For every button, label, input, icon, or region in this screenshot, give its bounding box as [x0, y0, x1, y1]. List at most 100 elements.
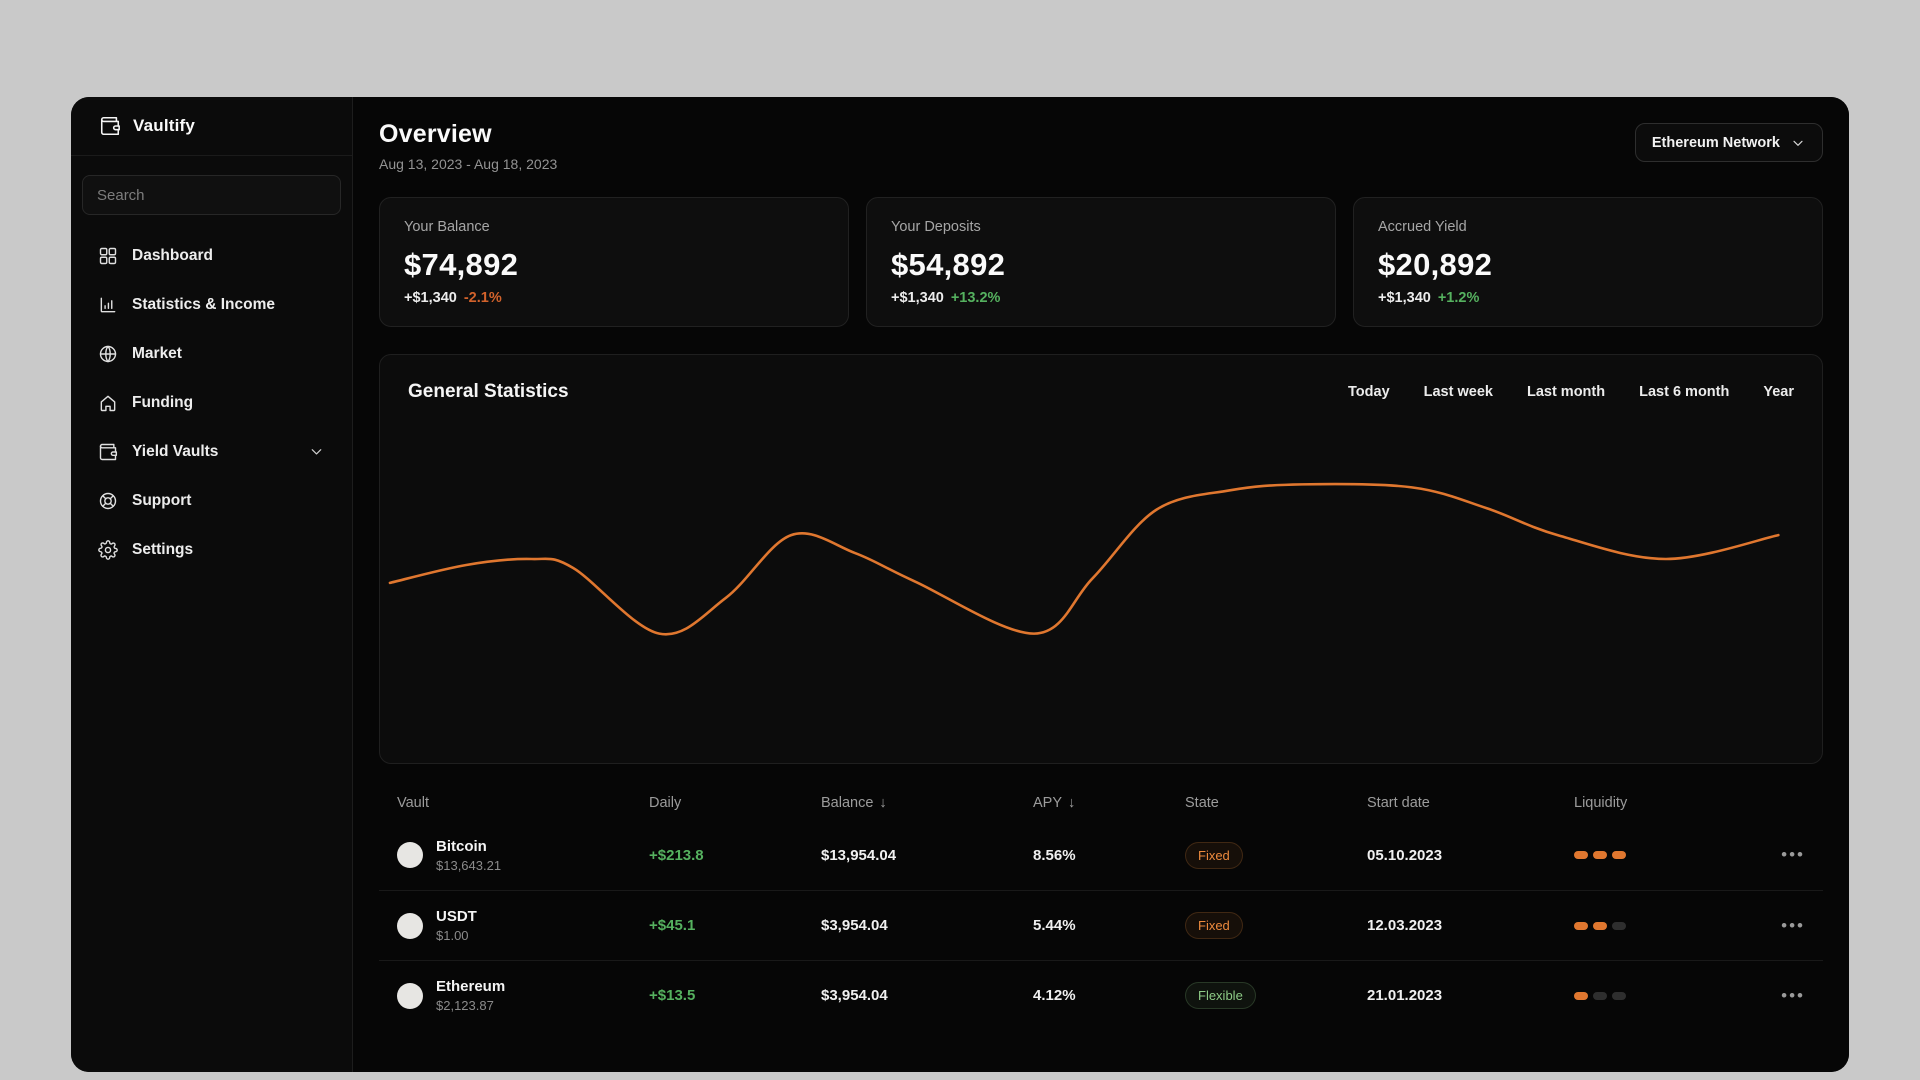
- brand-name: Vaultify: [133, 116, 196, 135]
- vault-price: $1.00: [436, 928, 469, 943]
- liquidity-pill-filled: [1574, 921, 1588, 930]
- vault-name: Ethereum: [436, 978, 506, 995]
- gear-icon: [98, 539, 118, 560]
- stat-card-delta-amount: +$1,340: [891, 290, 944, 306]
- state-badge: Fixed: [1185, 912, 1243, 939]
- general-statistics-card: General Statistics Today Last week Last mo…: [379, 354, 1823, 764]
- column-header-start-date[interactable]: Start date: [1367, 795, 1574, 811]
- table-row-ethereum[interactable]: Ethereum $2,123.87 +$13.5 $3,954.04 4.12…: [379, 960, 1823, 1030]
- table-row-usdt[interactable]: USDT $1.00 +$45.1 $3,954.04 5.44% Fixed …: [379, 890, 1823, 960]
- liquidity-pill-filled: [1574, 991, 1588, 1000]
- lifebuoy-icon: [98, 491, 118, 511]
- sidebar-item-funding[interactable]: Funding: [71, 378, 352, 427]
- wallet-icon: [99, 115, 121, 137]
- stat-card-label: Your Balance: [404, 219, 490, 235]
- chart-title: General Statistics: [408, 381, 569, 402]
- balance-value: $13,954.04: [821, 846, 897, 864]
- chart-filters: Today Last week Last month Last 6 month Year: [1348, 384, 1794, 400]
- date-range: Aug 13, 2023 - Aug 18, 2023: [379, 156, 558, 172]
- sidebar-item-market[interactable]: Market: [71, 329, 352, 378]
- sidebar-item-label: Dashboard: [132, 246, 213, 264]
- sidebar-item-label: Settings: [132, 540, 194, 558]
- coin-avatar: [397, 842, 423, 868]
- state-badge: Fixed: [1185, 841, 1243, 869]
- daily-change: +$213.8: [649, 846, 704, 864]
- grid-icon: [98, 246, 118, 266]
- stat-card-label: Accrued Yield: [1378, 219, 1467, 235]
- stat-card-your-balance: Your Balance $74,892 +$1,340 -2.1%: [379, 197, 849, 327]
- vault-price: $2,123.87: [436, 998, 494, 1013]
- sidebar-item-settings[interactable]: Settings: [71, 525, 352, 574]
- coin-avatar: [397, 912, 423, 939]
- vault-name: USDT: [436, 908, 477, 925]
- stat-card-value: $74,892: [404, 247, 519, 282]
- column-header-apy[interactable]: APY ↓: [1033, 795, 1185, 811]
- chevron-down-icon: [1790, 135, 1806, 151]
- sidebar-item-support[interactable]: Support: [71, 476, 352, 525]
- sidebar-item-yield-vaults[interactable]: Yield Vaults: [71, 427, 352, 476]
- start-date: 05.10.2023: [1367, 846, 1443, 864]
- chart-filter-year[interactable]: Year: [1763, 384, 1794, 400]
- row-menu-button[interactable]: •••: [1765, 845, 1805, 865]
- stat-cards: Your Balance $74,892 +$1,340 -2.1% Your …: [379, 197, 1823, 327]
- stat-card-delta-percent: +13.2%: [950, 290, 1001, 306]
- chart-filter-last-6-month[interactable]: Last 6 month: [1639, 384, 1729, 400]
- network-selector[interactable]: Ethereum Network: [1634, 123, 1823, 162]
- sidebar-item-dashboard[interactable]: Dashboard: [71, 231, 352, 280]
- sidebar-item-label: Statistics & Income: [132, 295, 275, 313]
- column-header-daily[interactable]: Daily: [649, 795, 821, 811]
- vaults-table: Vault Daily Balance ↓ APY ↓ State Start …: [379, 786, 1823, 1030]
- stat-card-delta-percent: +1.2%: [1437, 290, 1480, 306]
- vault-name: Bitcoin: [436, 837, 487, 855]
- main-content: Overview Aug 13, 2023 - Aug 18, 2023 Eth…: [353, 97, 1849, 1072]
- liquidity-indicator: [1574, 851, 1765, 859]
- row-menu-button[interactable]: •••: [1765, 916, 1805, 936]
- liquidity-pill-empty: [1612, 921, 1626, 930]
- liquidity-pill-filled: [1593, 921, 1607, 930]
- app-window: Vaultify Dashboard Statistics & Income M…: [71, 97, 1849, 1072]
- liquidity-indicator: [1574, 991, 1765, 1000]
- apy-value: 4.12%: [1033, 987, 1076, 1004]
- sidebar-item-label: Market: [132, 344, 182, 362]
- chart-filter-today[interactable]: Today: [1348, 384, 1390, 400]
- column-header-balance[interactable]: Balance ↓: [821, 795, 1033, 811]
- stat-card-accrued-yield: Accrued Yield $20,892 +$1,340 +1.2%: [1353, 197, 1823, 327]
- bar-chart-icon: [98, 295, 118, 315]
- coin-avatar: [397, 982, 423, 1009]
- start-date: 21.01.2023: [1367, 987, 1443, 1004]
- stat-card-delta-amount: +$1,340: [1378, 290, 1431, 306]
- balance-value: $3,954.04: [821, 917, 888, 934]
- table-body: Bitcoin $13,643.21 +$213.8 $13,954.04 8.…: [379, 820, 1823, 1030]
- stat-card-delta-percent: -2.1%: [463, 290, 502, 306]
- line-chart: [388, 482, 1780, 636]
- row-menu-button[interactable]: •••: [1765, 986, 1805, 1006]
- start-date: 12.03.2023: [1367, 917, 1443, 934]
- apy-value: 8.56%: [1033, 846, 1076, 864]
- chart-filter-last-month[interactable]: Last month: [1527, 384, 1605, 400]
- network-selector-label: Ethereum Network: [1651, 134, 1780, 151]
- sidebar-item-label: Support: [132, 491, 192, 509]
- state-badge: Flexible: [1185, 982, 1256, 1009]
- table-row-bitcoin[interactable]: Bitcoin $13,643.21 +$213.8 $13,954.04 8.…: [379, 820, 1823, 890]
- sort-arrow-icon: ↓: [879, 795, 887, 811]
- column-header-state[interactable]: State: [1185, 795, 1367, 811]
- globe-icon: [98, 344, 118, 364]
- page-title: Overview: [379, 120, 492, 148]
- table-header: Vault Daily Balance ↓ APY ↓ State Start …: [379, 786, 1823, 820]
- balance-value: $3,954.04: [821, 987, 888, 1004]
- apy-value: 5.44%: [1033, 917, 1076, 934]
- stat-card-label: Your Deposits: [891, 219, 981, 235]
- sidebar: Vaultify Dashboard Statistics & Income M…: [71, 97, 353, 1072]
- stat-card-value: $20,892: [1378, 247, 1493, 282]
- liquidity-pill-filled: [1593, 851, 1607, 859]
- stat-card-value: $54,892: [891, 247, 1006, 282]
- liquidity-pill-empty: [1612, 991, 1626, 1000]
- liquidity-indicator: [1574, 921, 1765, 930]
- vault-price: $13,643.21: [436, 857, 502, 873]
- chart-filter-last-week[interactable]: Last week: [1424, 384, 1493, 400]
- search-input[interactable]: [82, 175, 341, 215]
- column-header-liquidity[interactable]: Liquidity: [1574, 795, 1765, 811]
- liquidity-pill-empty: [1593, 991, 1607, 1000]
- sidebar-item-statistics-income[interactable]: Statistics & Income: [71, 280, 352, 329]
- column-header-vault[interactable]: Vault: [397, 795, 649, 811]
